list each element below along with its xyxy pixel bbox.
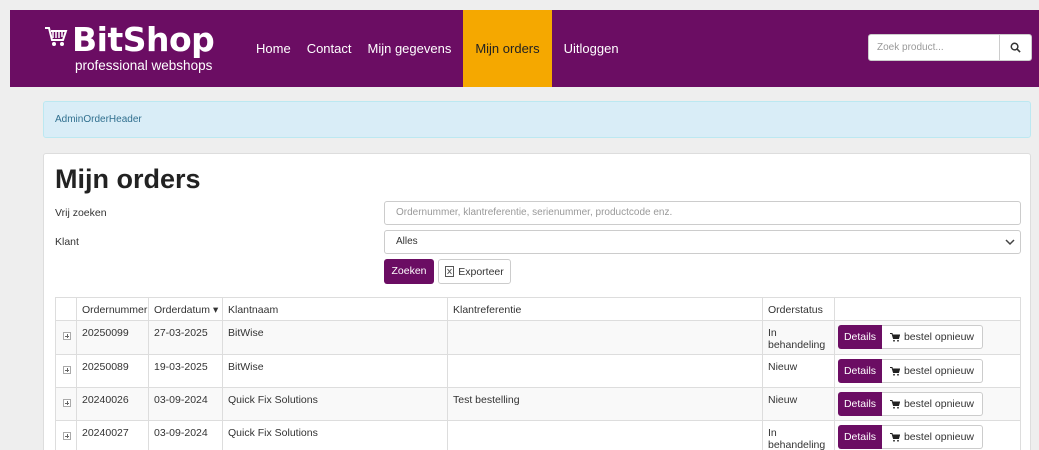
nav-mijn-gegevens[interactable]: Mijn gegevens (360, 10, 460, 87)
cell-orderstatus: In behandeling (762, 321, 834, 354)
free-search-input[interactable]: Ordernummer, klantreferentie, serienumme… (384, 201, 1021, 225)
cell-actions: Details bestel opnieuw (834, 321, 1021, 354)
expand-cell[interactable] (55, 421, 76, 450)
nav-uitloggen[interactable]: Uitloggen (556, 10, 627, 87)
table-row: 20250099 27-03-2025 BitWise In behandeli… (55, 321, 1021, 355)
details-button[interactable]: Details (838, 325, 882, 349)
zoeken-button[interactable]: Zoeken (384, 259, 434, 284)
table-row: 20250089 19-03-2025 BitWise Nieuw Detail… (55, 355, 1021, 388)
reorder-label: bestel opnieuw (903, 398, 975, 410)
header-orderstatus[interactable]: Orderstatus (762, 298, 834, 320)
expand-plus-icon[interactable] (63, 432, 71, 440)
cell-orderdatum: 03-09-2024 (148, 388, 222, 420)
header-orderdatum-label: Orderdatum (154, 304, 211, 316)
brand-title: BitShop (72, 20, 215, 59)
export-file-icon (445, 266, 455, 277)
expand-plus-icon[interactable] (63, 399, 71, 407)
reorder-button[interactable]: bestel opnieuw (882, 392, 983, 416)
navbar: BitShop professional webshops Home Conta… (10, 10, 1039, 87)
admin-order-header-alert: AdminOrderHeader (43, 101, 1031, 138)
customer-label: Klant (55, 236, 79, 248)
cell-orderstatus: Nieuw (762, 355, 834, 387)
nav-home[interactable]: Home (248, 10, 299, 87)
expand-cell[interactable] (55, 388, 76, 420)
table-row: 20240026 03-09-2024 Quick Fix Solutions … (55, 388, 1021, 421)
cell-orderdatum: 19-03-2025 (148, 355, 222, 387)
free-search-label: Vrij zoeken (55, 207, 107, 219)
cart-icon (889, 366, 900, 376)
cell-klantnaam: BitWise (222, 321, 447, 354)
cart-logo-icon (45, 27, 68, 46)
cell-ordernummer: 20250089 (76, 355, 148, 387)
details-button[interactable]: Details (838, 359, 882, 383)
reorder-label: bestel opnieuw (903, 331, 975, 343)
details-button[interactable]: Details (838, 425, 882, 449)
search-input[interactable] (869, 35, 1001, 60)
main-nav: Home Contact Mijn gegevens Mijn orders U… (248, 10, 627, 87)
reorder-label: bestel opnieuw (903, 365, 975, 377)
cart-icon (889, 332, 900, 342)
header-klantnaam[interactable]: Klantnaam (222, 298, 447, 320)
cell-klantreferentie (447, 421, 762, 450)
cell-actions: Details bestel opnieuw (834, 355, 1021, 387)
reorder-button[interactable]: bestel opnieuw (882, 359, 983, 383)
search-icon (1010, 42, 1021, 53)
top-region: BitShop professional webshops Home Conta… (0, 0, 1039, 88)
nav-contact[interactable]: Contact (299, 10, 360, 87)
cart-icon (889, 399, 900, 409)
cart-icon (889, 432, 900, 442)
reorder-label: bestel opnieuw (903, 431, 975, 443)
customer-select[interactable]: Alles (384, 230, 1021, 254)
cell-klantnaam: Quick Fix Solutions (222, 388, 447, 420)
cell-klantnaam: BitWise (222, 355, 447, 387)
cell-actions: Details bestel opnieuw (834, 421, 1021, 450)
cell-klantreferentie (447, 321, 762, 354)
cell-klantreferentie: Test bestelling (447, 388, 762, 420)
page-title: Mijn orders (55, 164, 201, 194)
header-ordernummer[interactable]: Ordernummer (76, 298, 148, 320)
search-button[interactable] (999, 35, 1031, 60)
cell-ordernummer: 20240027 (76, 421, 148, 450)
expand-plus-icon[interactable] (63, 332, 71, 340)
cell-klantreferentie (447, 355, 762, 387)
reorder-button[interactable]: bestel opnieuw (882, 325, 983, 349)
header-orderdatum[interactable]: Orderdatum ▾ (148, 298, 222, 320)
chevron-down-icon (1005, 239, 1015, 246)
orders-panel: Mijn orders Vrij zoeken Ordernummer, kla… (43, 153, 1031, 450)
cell-ordernummer: 20250099 (76, 321, 148, 354)
sort-down-icon: ▾ (212, 304, 219, 316)
customer-select-value: Alles (396, 236, 418, 247)
cell-klantnaam: Quick Fix Solutions (222, 421, 447, 450)
expand-cell[interactable] (55, 355, 76, 387)
table-header-row: Ordernummer Orderdatum ▾ Klantnaam Klant… (55, 297, 1021, 321)
details-button[interactable]: Details (838, 392, 882, 416)
header-actions (834, 298, 1021, 320)
expand-cell[interactable] (55, 321, 76, 354)
cell-ordernummer: 20240026 (76, 388, 148, 420)
table-row: 20240027 03-09-2024 Quick Fix Solutions … (55, 421, 1021, 450)
header-klantreferentie[interactable]: Klantreferentie (447, 298, 762, 320)
product-search (868, 34, 1032, 61)
exporteer-button[interactable]: Exporteer (438, 259, 511, 284)
cell-orderdatum: 03-09-2024 (148, 421, 222, 450)
cell-orderstatus: In behandeling (762, 421, 834, 450)
brand-subtitle: professional webshops (75, 58, 213, 73)
cell-orderdatum: 27-03-2025 (148, 321, 222, 354)
expand-plus-icon[interactable] (63, 366, 71, 374)
cell-actions: Details bestel opnieuw (834, 388, 1021, 420)
nav-mijn-orders[interactable]: Mijn orders (463, 10, 552, 87)
cell-orderstatus: Nieuw (762, 388, 834, 420)
exporteer-label: Exporteer (458, 265, 504, 278)
reorder-button[interactable]: bestel opnieuw (882, 425, 983, 449)
header-expand (55, 298, 76, 320)
